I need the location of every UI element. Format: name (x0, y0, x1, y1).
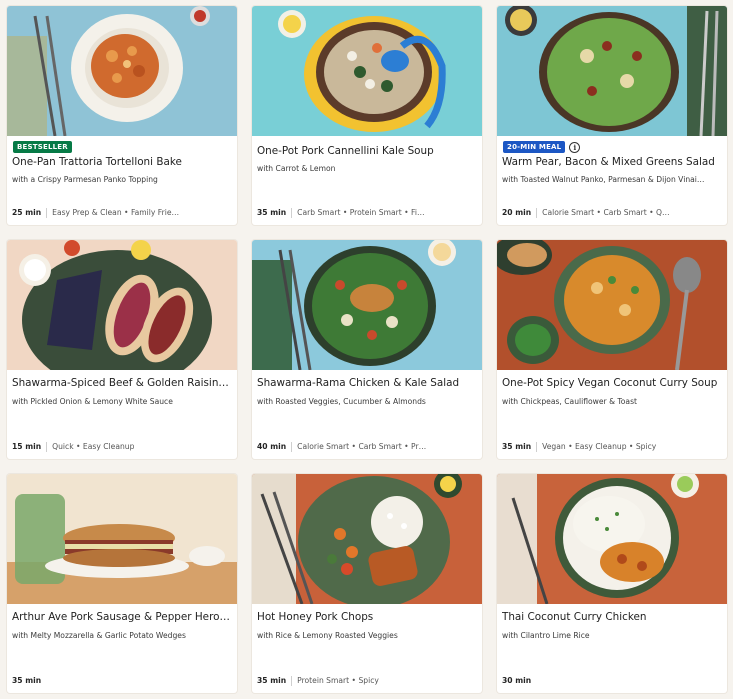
recipe-image (497, 240, 727, 370)
cook-time: 35 min (257, 676, 287, 685)
cook-time: 35 min (12, 676, 42, 685)
recipe-card[interactable]: Shawarma-Rama Chicken & Kale Salad with … (252, 240, 482, 459)
recipe-tags: Calorie Smart • Carb Smart • Pr… (297, 442, 427, 451)
recipe-card[interactable]: One-Pot Spicy Vegan Coconut Curry Soup w… (497, 240, 727, 459)
cook-time: 35 min (502, 442, 532, 451)
recipe-image (252, 6, 482, 136)
recipe-subtitle: with Pickled Onion & Lemony White Sauce (12, 397, 173, 406)
recipe-title[interactable]: Shawarma-Rama Chicken & Kale Salad (257, 377, 479, 390)
meta-divider (46, 441, 48, 452)
bestseller-badge: BESTSELLER (13, 141, 72, 153)
recipe-title[interactable]: Warm Pear, Bacon & Mixed Greens Salad (502, 156, 724, 169)
recipe-subtitle: with Toasted Walnut Panko, Parmesan & Di… (502, 175, 705, 184)
recipe-subtitle: with Rice & Lemony Roasted Veggies (257, 631, 398, 640)
recipe-card[interactable]: One-Pot Pork Cannellini Kale Soup with C… (252, 6, 482, 225)
badge-row: BESTSELLER (13, 140, 72, 154)
recipe-card[interactable]: BESTSELLER One-Pan Trattoria Tortelloni … (7, 6, 237, 225)
recipe-image (252, 474, 482, 604)
recipe-card[interactable]: Arthur Ave Pork Sausage & Pepper Hero… w… (7, 474, 237, 693)
cook-time: 40 min (257, 442, 287, 451)
cook-time: 20 min (502, 208, 532, 217)
meta-divider (46, 207, 48, 218)
recipe-title[interactable]: Arthur Ave Pork Sausage & Pepper Hero… (12, 611, 234, 624)
recipe-meta: 35 min Protein Smart • Spicy (257, 675, 479, 686)
recipe-tags: Quick • Easy Cleanup (52, 442, 135, 451)
recipe-image (7, 6, 237, 136)
recipe-title[interactable]: One-Pot Pork Cannellini Kale Soup (257, 145, 479, 158)
recipe-card[interactable]: Shawarma-Spiced Beef & Golden Raisin… wi… (7, 240, 237, 459)
cook-time: 35 min (257, 208, 287, 217)
recipe-card[interactable]: 20-MIN MEAL i Warm Pear, Bacon & Mixed G… (497, 6, 727, 225)
recipe-tags: Vegan • Easy Cleanup • Spicy (542, 442, 657, 451)
cook-time: 15 min (12, 442, 42, 451)
recipe-grid: BESTSELLER One-Pan Trattoria Tortelloni … (0, 0, 733, 699)
recipe-meta: 15 min Quick • Easy Cleanup (12, 441, 234, 452)
twenty-min-meal-badge: 20-MIN MEAL (503, 141, 566, 153)
recipe-tags: Protein Smart • Spicy (297, 676, 379, 685)
recipe-meta: 35 min (12, 675, 234, 686)
recipe-meta: 30 min (502, 675, 724, 686)
recipe-meta: 25 min Easy Prep & Clean • Family Frie… (12, 207, 234, 218)
recipe-meta: 35 min Vegan • Easy Cleanup • Spicy (502, 441, 724, 452)
recipe-card[interactable]: Thai Coconut Curry Chicken with Cilantro… (497, 474, 727, 693)
recipe-title[interactable]: Hot Honey Pork Chops (257, 611, 479, 624)
cook-time: 25 min (12, 208, 42, 217)
recipe-meta: 35 min Carb Smart • Protein Smart • Fi… (257, 207, 479, 218)
recipe-image (7, 240, 237, 370)
info-icon[interactable]: i (569, 141, 581, 153)
cook-time: 30 min (502, 676, 532, 685)
recipe-subtitle: with Cilantro Lime Rice (502, 631, 590, 640)
recipe-subtitle: with Carrot & Lemon (257, 164, 336, 173)
recipe-image (497, 474, 727, 604)
recipe-subtitle: with Roasted Veggies, Cucumber & Almonds (257, 397, 426, 406)
meta-divider (291, 441, 293, 452)
recipe-tags: Calorie Smart • Carb Smart • Q… (542, 208, 670, 217)
recipe-tags: Easy Prep & Clean • Family Frie… (52, 208, 180, 217)
recipe-title[interactable]: Shawarma-Spiced Beef & Golden Raisin… (12, 377, 234, 390)
recipe-title[interactable]: Thai Coconut Curry Chicken (502, 611, 724, 624)
recipe-meta: 40 min Calorie Smart • Carb Smart • Pr… (257, 441, 479, 452)
recipe-title[interactable]: One-Pan Trattoria Tortelloni Bake (12, 156, 234, 169)
meta-divider (291, 207, 293, 218)
recipe-meta: 20 min Calorie Smart • Carb Smart • Q… (502, 207, 724, 218)
recipe-subtitle: with Chickpeas, Cauliflower & Toast (502, 397, 638, 406)
recipe-image (497, 6, 727, 136)
recipe-title[interactable]: One-Pot Spicy Vegan Coconut Curry Soup (502, 377, 724, 390)
meta-divider (536, 207, 538, 218)
recipe-subtitle: with Melty Mozzarella & Garlic Potato We… (12, 631, 186, 640)
recipe-tags: Carb Smart • Protein Smart • Fi… (297, 208, 425, 217)
meta-divider (536, 441, 538, 452)
meta-divider (291, 675, 293, 686)
recipe-subtitle: with a Crispy Parmesan Panko Topping (12, 175, 158, 184)
badge-row: 20-MIN MEAL i (503, 140, 581, 154)
recipe-image (252, 240, 482, 370)
recipe-card[interactable]: Hot Honey Pork Chops with Rice & Lemony … (252, 474, 482, 693)
recipe-image (7, 474, 237, 604)
